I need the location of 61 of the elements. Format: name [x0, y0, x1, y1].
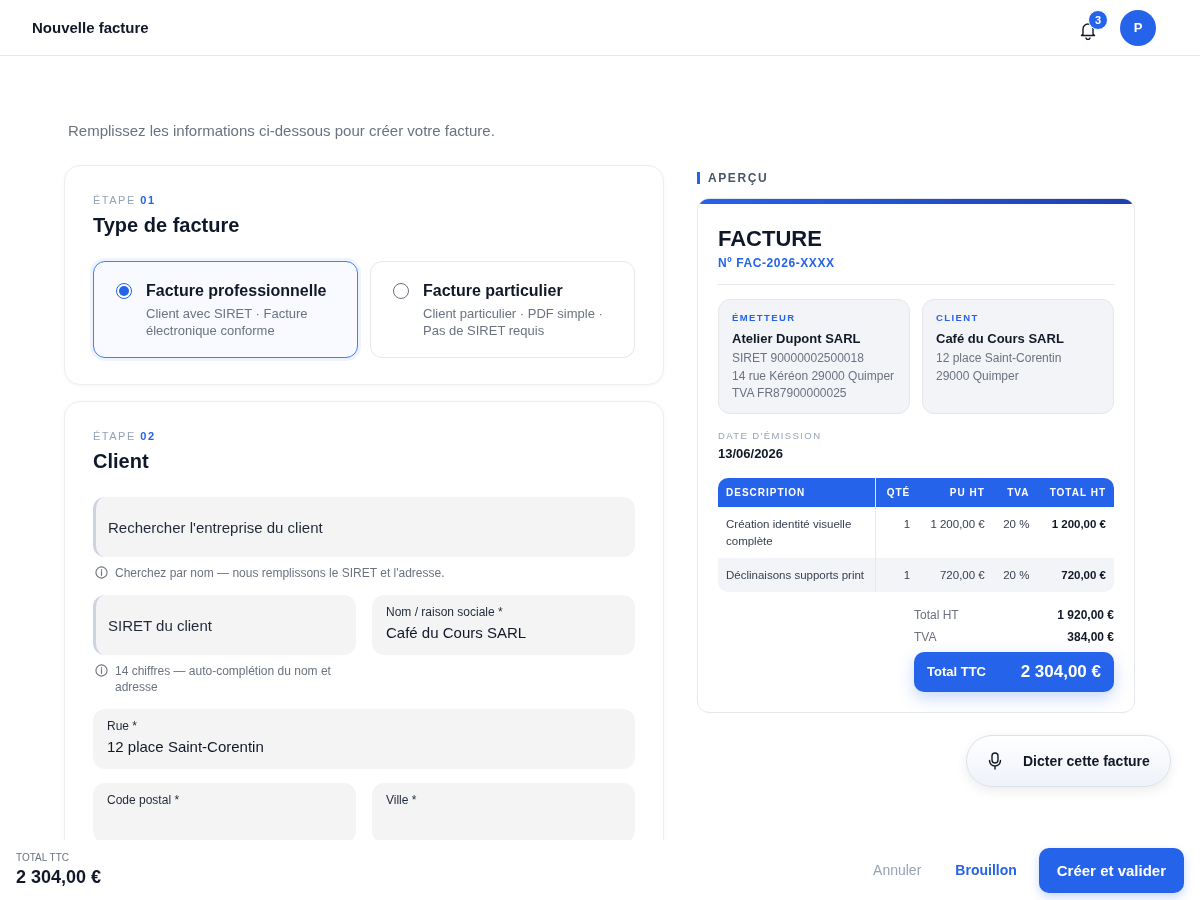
- section-title: Type de facture: [93, 214, 241, 237]
- table-cell-text: 20 %: [1002, 516, 1031, 532]
- grand-total-value: 2 304,00 €: [1020, 661, 1101, 682]
- invoice-type-option[interactable]: Facture particulier Client particulier · PDF simple · Pas de SIRET requis: [370, 261, 635, 358]
- column-header: TOTAL HT: [1037, 477, 1114, 507]
- column-header: TVA: [992, 477, 1038, 507]
- input-field[interactable]: Ville *: [372, 783, 635, 840]
- input-field[interactable]: Nom / raison sociale * Café du Cours SARL: [372, 595, 635, 655]
- date-label: DATE D'ÉMISSION: [718, 429, 823, 441]
- step-label: ÉTAPE 02: [93, 430, 157, 442]
- table-cell: Création identité visuelle complète: [718, 506, 877, 558]
- table-cell: 1: [876, 557, 919, 592]
- dictate-button[interactable]: Dicter cette facture: [966, 735, 1171, 787]
- total-label: Total HT: [914, 607, 959, 622]
- issue-date: 13/06/2026: [718, 445, 785, 461]
- step-label: ÉTAPE 01: [93, 194, 157, 206]
- preview-heading: APERÇU: [697, 172, 769, 184]
- input-field[interactable]: Code postal *: [93, 783, 356, 840]
- party-role: ÉMETTEUR: [732, 312, 797, 323]
- party-detail: 12 place Saint-Corentin: [936, 350, 1063, 367]
- column-header: PU HT: [918, 477, 993, 507]
- grand-total-label: Total TTC: [927, 664, 986, 679]
- input-field[interactable]: Rechercher l'entreprise du client: [93, 497, 635, 557]
- intro-text: Remplissez les informations ci-dessous pour créer votre facture.: [68, 122, 496, 139]
- total-label: TVA: [914, 629, 937, 644]
- table-cell: Déclinaisons supports print: [718, 557, 877, 592]
- total-value: 384,00 €: [1067, 629, 1114, 644]
- microphone-icon: [987, 752, 1003, 770]
- invoice-number: Nº FAC-2026-XXXX: [718, 256, 836, 270]
- party-detail: TVA FR87900000025: [732, 385, 848, 402]
- page-title: Nouvelle facture: [32, 19, 150, 36]
- info-icon: [95, 664, 108, 677]
- input-field[interactable]: SIRET du client: [93, 595, 356, 655]
- draft-button[interactable]: Brouillon: [943, 852, 1029, 888]
- table-cell-text: 1 200,00 €: [929, 516, 986, 532]
- footer-total-value: 2 304,00 €: [16, 867, 102, 888]
- invoice-type-option[interactable]: Facture professionnelle Client avec SIRET · Facture électronique conforme: [93, 261, 358, 358]
- notification-badge: 3: [1088, 9, 1108, 30]
- hint-text: Cherchez par nom — nous remplissons le SIRET et l'adresse.: [115, 565, 445, 581]
- user-avatar[interactable]: P: [1120, 9, 1156, 46]
- party-detail: SIRET 90000002500018: [732, 350, 865, 367]
- table-cell-text: 1: [902, 516, 912, 532]
- party-name: Atelier Dupont SARL: [732, 331, 862, 346]
- column-header: DESCRIPTION: [718, 477, 877, 507]
- table-cell: 20 %: [992, 557, 1038, 592]
- submit-button[interactable]: Créer et valider: [1038, 847, 1184, 893]
- party-name: Café du Cours SARL: [936, 331, 1065, 346]
- section-title: Client: [93, 450, 150, 473]
- party-role: CLIENT: [936, 312, 980, 323]
- footer-total-label: TOTAL TTC: [16, 852, 70, 863]
- info-icon: [95, 566, 108, 579]
- party-detail: 14 rue Kéréon 29000 Quimper: [732, 367, 896, 385]
- column-header: QTÉ: [876, 477, 919, 507]
- total-value: 1 920,00 €: [1057, 607, 1114, 622]
- input-field[interactable]: Rue * 12 place Saint-Corentin: [93, 709, 635, 769]
- party-detail: 29000 Quimper: [936, 367, 1020, 385]
- table-cell: 720,00 €: [918, 557, 993, 592]
- invoice-title: FACTURE: [718, 226, 823, 252]
- table-cell: 720,00 €: [1037, 557, 1114, 592]
- table-cell-text: 1 200,00 €: [1050, 516, 1107, 532]
- hint-text: 14 chiffres — auto-complétion du nom et adresse: [115, 663, 332, 695]
